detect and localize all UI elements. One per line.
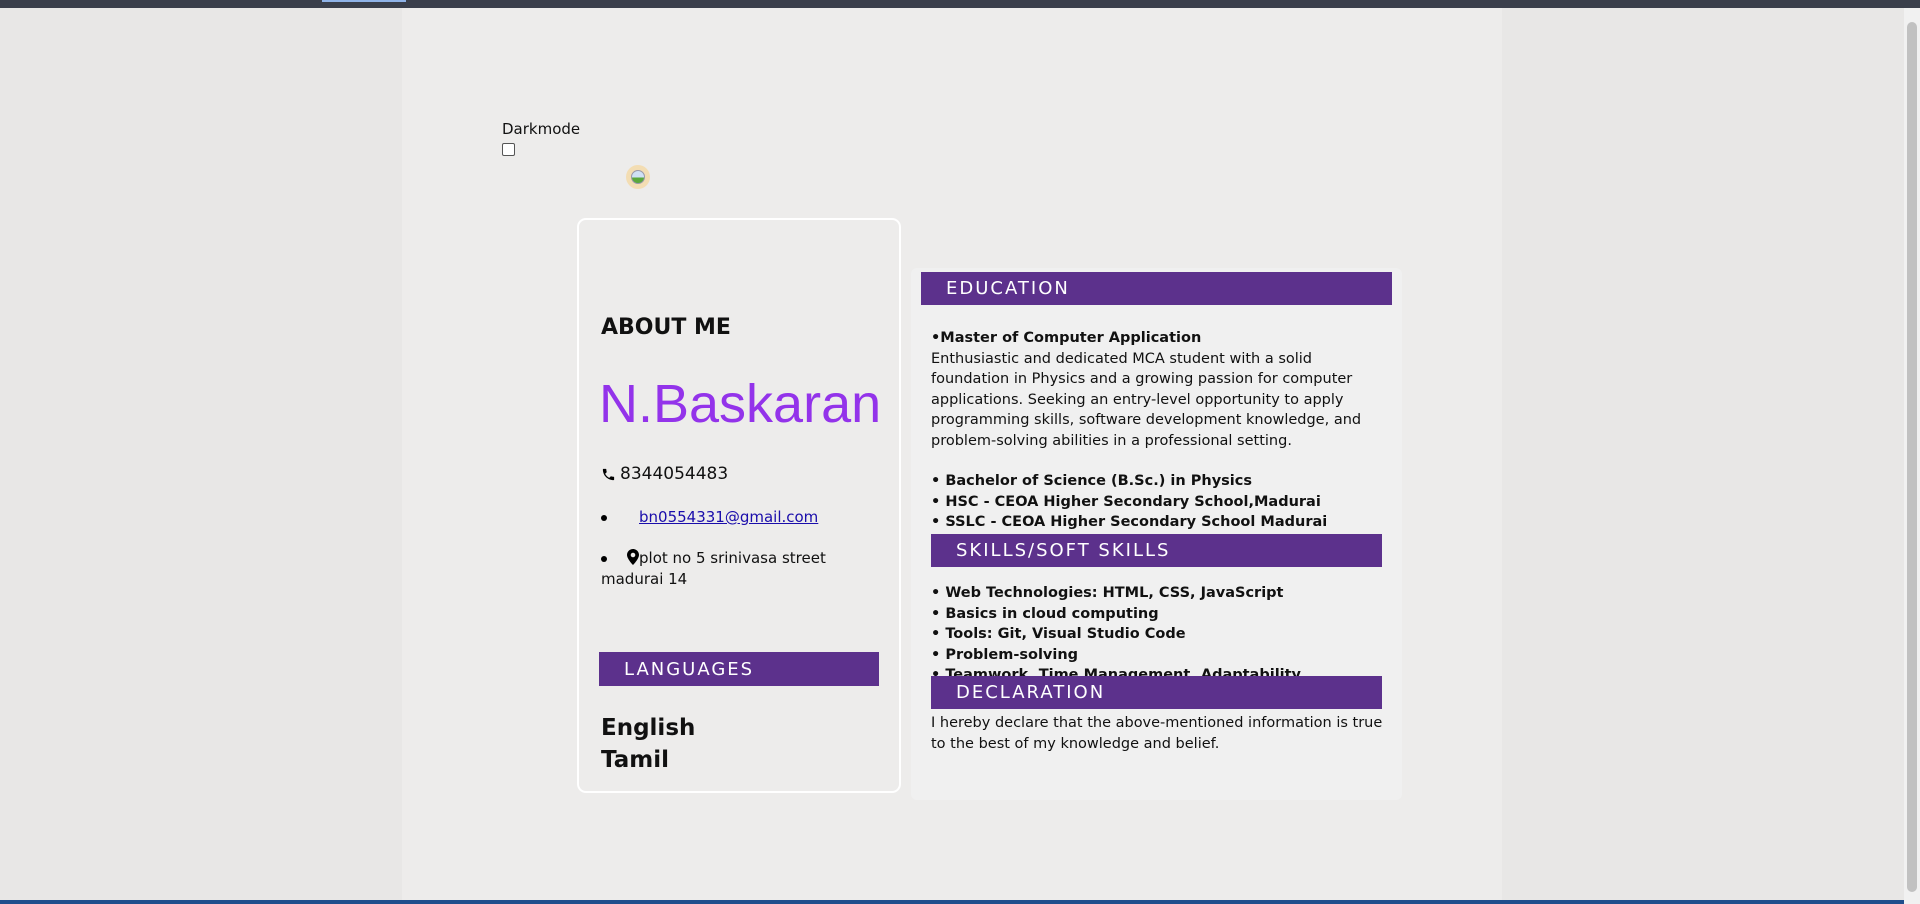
- email-item: bn0554331@gmail.com: [601, 508, 818, 526]
- language-item: English: [601, 715, 696, 741]
- education-item: • Bachelor of Science (B.Sc.) in Physics: [931, 473, 1252, 489]
- map-pin-icon: [627, 549, 639, 565]
- skill-item: • Web Technologies: HTML, CSS, JavaScrip…: [931, 585, 1284, 601]
- mca-title: •Master of Computer Application: [931, 330, 1202, 346]
- browser-tab-indicator[interactable]: [322, 0, 406, 2]
- languages-list: English Tamil: [601, 712, 695, 776]
- skill-item: • Tools: Git, Visual Studio Code: [931, 626, 1186, 642]
- languages-header: LANGUAGES: [599, 652, 879, 686]
- mca-description: Enthusiastic and dedicated MCA student w…: [931, 350, 1362, 449]
- skill-item: • Problem-solving: [931, 646, 1079, 663]
- about-title: ABOUT ME: [601, 315, 731, 340]
- skills-list: • Web Technologies: HTML, CSS, JavaScrip…: [931, 583, 1391, 686]
- page-scrollbar[interactable]: [1904, 8, 1920, 904]
- profile-photo-broken-image-icon: [626, 165, 650, 189]
- education-content: •Master of Computer Application Enthusia…: [931, 328, 1391, 533]
- education-item: • HSC - CEOA Higher Secondary School,Mad…: [931, 493, 1321, 510]
- phone-number: 8344054483: [620, 464, 729, 484]
- profile-name: N.Baskaran: [599, 374, 882, 434]
- education-item: • SSLC - CEOA Higher Secondary School Ma…: [931, 514, 1328, 530]
- darkmode-label: Darkmode: [502, 120, 581, 138]
- email-link[interactable]: bn0554331@gmail.com: [639, 508, 818, 526]
- phone-icon: [602, 468, 615, 480]
- taskbar-edge: [0, 900, 1904, 904]
- about-card: ABOUT ME N.Baskaran 8344054483 bn0554331…: [577, 218, 901, 793]
- phone-row: 8344054483: [601, 464, 728, 484]
- browser-top-bar: [0, 0, 1920, 8]
- resume-details-card: EDUCATION •Master of Computer Applicatio…: [911, 268, 1402, 800]
- darkmode-checkbox[interactable]: [502, 143, 515, 156]
- declaration-text: I hereby declare that the above-mentione…: [931, 715, 1383, 752]
- skill-item: • Basics in cloud computing: [931, 605, 1159, 622]
- education-header: EDUCATION: [921, 272, 1392, 305]
- address-item: plot no 5 srinivasa street madurai 14: [601, 548, 881, 590]
- declaration-header: DECLARATION: [931, 676, 1382, 709]
- skills-header: SKILLS/SOFT SKILLS: [931, 534, 1382, 567]
- language-item: Tamil: [601, 747, 669, 773]
- scrollbar-thumb[interactable]: [1907, 22, 1917, 892]
